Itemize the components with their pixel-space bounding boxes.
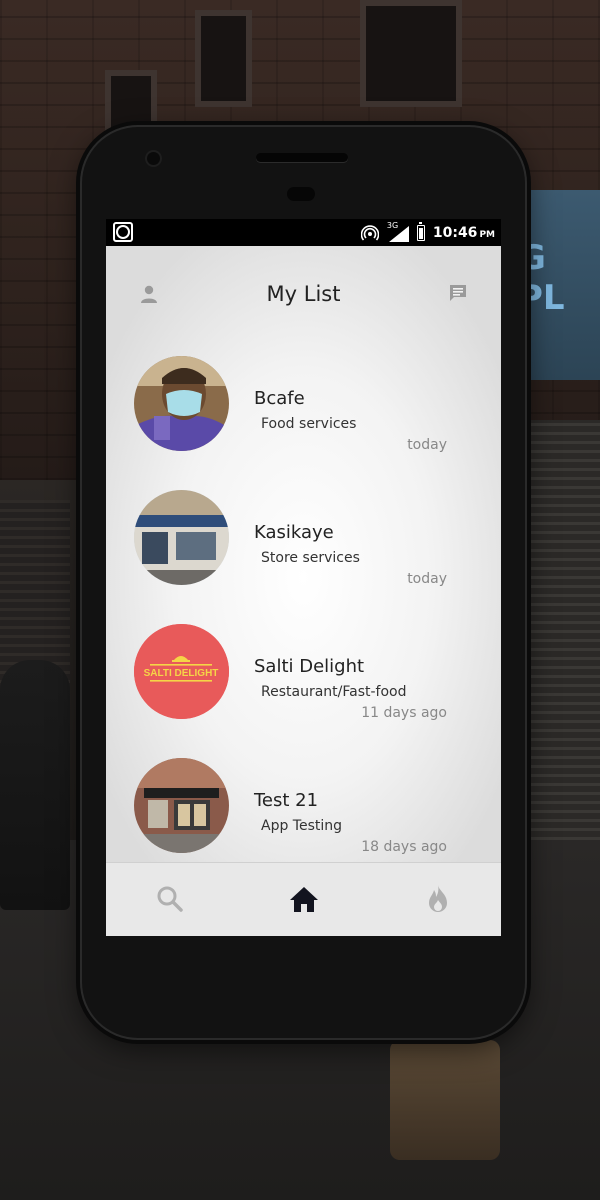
bottom-nav <box>106 862 501 936</box>
list-item[interactable]: Bcafe Food services today <box>106 342 501 476</box>
flame-icon <box>429 885 447 912</box>
avatar: SALTI DELIGHT <box>134 624 229 719</box>
home-icon <box>290 887 318 912</box>
item-name: Bcafe <box>254 388 305 409</box>
list-item[interactable]: Test 21 App Testing 18 days ago <box>106 744 501 878</box>
avatar <box>134 356 229 451</box>
hotspot-icon <box>360 225 379 241</box>
earpiece-speaker <box>256 153 348 162</box>
item-category: App Testing <box>261 818 343 834</box>
nav-search[interactable] <box>152 881 188 917</box>
search-icon <box>157 886 183 912</box>
item-name: Salti Delight <box>254 656 365 677</box>
item-time: 11 days ago <box>361 705 447 721</box>
avatar <box>134 490 229 585</box>
top-bar: My List <box>106 246 501 341</box>
cell-signal-icon: 3G <box>387 221 409 242</box>
salti-delight-logo: SALTI DELIGHT <box>134 624 229 719</box>
item-name: Test 21 <box>254 790 319 811</box>
app-notification-icon <box>113 222 133 242</box>
item-category: Restaurant/Fast-food <box>261 684 407 700</box>
status-clock: 10:46 PM <box>432 225 495 241</box>
nav-trending[interactable] <box>420 881 456 917</box>
page-title: My List <box>266 282 341 306</box>
avatar <box>134 758 229 853</box>
chat-icon[interactable] <box>448 283 468 303</box>
item-category: Food services <box>261 416 357 432</box>
status-bar: 3G 10:46 PM <box>106 219 501 246</box>
item-time: today <box>407 571 447 587</box>
item-time: 18 days ago <box>361 839 447 855</box>
list-item[interactable]: Kasikaye Store services today <box>106 476 501 610</box>
pedestrian-legs <box>390 1040 500 1160</box>
store-shutter <box>530 420 600 840</box>
item-category: Store services <box>261 550 360 566</box>
app-content: My List Bcafe Food services today Kasika… <box>106 246 501 936</box>
list-item[interactable]: SALTI DELIGHT Salti Delight Restaurant/F… <box>106 610 501 744</box>
svg-text:SALTI DELIGHT: SALTI DELIGHT <box>144 668 219 679</box>
front-camera <box>147 152 160 165</box>
item-name: Kasikaye <box>254 522 334 543</box>
nav-home[interactable] <box>286 881 322 917</box>
building-window <box>195 10 252 107</box>
pedestrian <box>0 660 70 910</box>
proximity-sensor <box>287 187 315 201</box>
building-window <box>360 0 462 107</box>
phone-frame: 3G 10:46 PM My List Bcafe Food services … <box>80 125 527 1040</box>
item-time: today <box>407 437 447 453</box>
phone-screen: 3G 10:46 PM My List Bcafe Food services … <box>106 219 501 936</box>
battery-icon <box>416 222 425 241</box>
